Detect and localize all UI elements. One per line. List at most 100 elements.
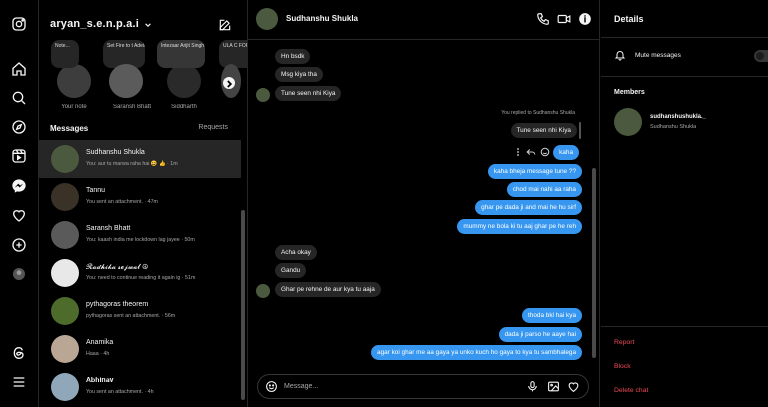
avatar <box>51 259 79 287</box>
avatar <box>51 335 79 363</box>
mute-label: Mute messages <box>635 52 681 59</box>
conversation-name: Sudhanshu Shukla <box>86 149 145 156</box>
info-icon[interactable] <box>578 12 592 26</box>
conversation-preview: You sent an attachment. · 4h <box>86 389 154 395</box>
note-label: Saransh Bhatt <box>112 104 152 110</box>
message-outgoing[interactable]: kaha bheja message tune ?? <box>487 164 582 179</box>
delete-chat-button[interactable]: Delete chat <box>614 387 648 394</box>
note-label: Siddharth <box>171 104 197 110</box>
member-item[interactable]: sudhanshushukla._ Sudhanshu Shukla <box>614 108 764 138</box>
chat-title[interactable]: Sudhanshu Shukla <box>286 14 358 23</box>
toggle-knob <box>756 52 764 60</box>
react-icon[interactable] <box>540 147 550 157</box>
message-incoming[interactable]: Msg kiya tha <box>275 67 323 82</box>
message-composer <box>257 374 589 399</box>
message-outgoing[interactable]: chod mai nahi aa raha <box>506 182 582 197</box>
avatar <box>167 64 201 98</box>
conversation-item[interactable]: Saransh Bhatt You: kaash india me lockdo… <box>39 216 241 254</box>
reply-icon[interactable] <box>526 147 536 157</box>
message-outgoing[interactable]: ghar pe dada ji and mai he hu sirf <box>475 200 582 215</box>
image-icon[interactable] <box>547 380 560 393</box>
conversation-item[interactable]: 𝓡𝓪𝓭𝓱𝓲𝓴𝓪 𝓼𝓮𝓳𝔀𝓪𝓵 ☮︎ You: need to continue … <box>39 254 241 292</box>
note-bubble: Note... <box>51 40 79 68</box>
note-bubble: Intezaar Arijit Singh <box>157 40 205 68</box>
heart-icon[interactable] <box>567 380 580 393</box>
avatar <box>109 64 143 98</box>
conversation-name: 𝓡𝓪𝓭𝓱𝓲𝓴𝓪 𝓼𝓮𝓳𝔀𝓪𝓵 ☮︎ <box>86 264 149 271</box>
microphone-icon[interactable] <box>526 380 539 393</box>
more-icon[interactable] <box>516 147 520 157</box>
nav-rail <box>0 0 39 407</box>
message-outgoing[interactable]: mummy ne bola ki tu aaj ghar pe he reh <box>457 219 582 234</box>
details-title: Details <box>614 14 644 24</box>
avatar <box>57 64 91 98</box>
note-item[interactable]: Note... Your note <box>45 40 97 116</box>
note-item[interactable]: Intezaar Arijit Singh Siddharth <box>155 40 207 116</box>
conversation-item[interactable]: Anamika Haaa · 4h <box>39 330 241 368</box>
create-icon[interactable] <box>10 236 28 254</box>
note-label: Your note <box>61 104 87 110</box>
message-incoming[interactable]: Tune seen nhi Kiya <box>275 86 342 101</box>
emoji-icon[interactable] <box>265 380 278 393</box>
replied-message-quote[interactable]: Tune seen nhi Kiya <box>510 123 577 138</box>
conversation-name: 𝐀𝐛𝐡𝐢𝐧𝐚𝐯 <box>86 377 114 384</box>
threads-icon[interactable] <box>10 344 28 362</box>
conversation-scrollbar[interactable] <box>241 210 245 400</box>
conversation-item[interactable]: pythagoras theorem pythagoras sent an at… <box>39 292 241 330</box>
mute-toggle[interactable] <box>754 50 768 62</box>
message-incoming[interactable]: Acha okay <box>275 245 317 260</box>
message-incoming[interactable]: Hn bsdk <box>275 49 311 64</box>
chevron-right-icon[interactable] <box>223 77 235 89</box>
reply-indicator <box>579 122 581 139</box>
divider <box>601 37 768 38</box>
divider <box>601 326 768 327</box>
messenger-icon[interactable] <box>10 177 28 195</box>
home-icon[interactable] <box>10 60 28 78</box>
conversation-preview: Haaa · 4h <box>86 351 110 357</box>
video-call-icon[interactable] <box>557 12 571 26</box>
profile-avatar-icon[interactable] <box>10 265 28 283</box>
avatar <box>51 145 79 173</box>
heart-icon[interactable] <box>10 206 28 224</box>
message-outgoing[interactable]: dada ji parso he aaye hai <box>498 327 582 342</box>
block-button[interactable]: Block <box>614 363 631 370</box>
phone-icon[interactable] <box>536 12 550 26</box>
conversation-preview: You: kaash india me lockdown lag jayee ·… <box>86 237 195 243</box>
message-incoming[interactable]: Gandu <box>275 263 307 278</box>
avatar <box>256 284 270 298</box>
conversation-preview: pythagoras sent an attachment. · 56m <box>86 313 176 319</box>
chat-scrollbar[interactable] <box>592 168 596 358</box>
menu-icon[interactable] <box>10 373 28 391</box>
tab-messages[interactable]: Messages <box>50 124 88 133</box>
conversation-item[interactable]: 𝐀𝐛𝐡𝐢𝐧𝐚𝐯 You sent an attachment. · 4h <box>39 368 241 406</box>
message-outgoing[interactable]: agar koi ghar me aa gaya ya unko kuch ho… <box>371 345 582 360</box>
tab-requests[interactable]: Requests <box>198 124 228 131</box>
conversation-preview: You sent an attachment. · 47m <box>86 199 158 205</box>
bell-icon <box>614 51 626 61</box>
compose-icon[interactable] <box>218 18 232 32</box>
instagram-icon[interactable] <box>10 15 28 33</box>
note-item[interactable]: Saransh Bhatt <box>103 40 155 116</box>
reels-icon[interactable] <box>10 147 28 165</box>
mute-row: Mute messages <box>614 49 768 63</box>
inbox-header: aryan_s.e.n.p.a.i <box>50 18 240 36</box>
conversation-item[interactable]: Sudhanshu Shukla You: aur tu marwa raha … <box>39 140 241 178</box>
search-icon[interactable] <box>10 89 28 107</box>
conversation-item[interactable]: Tannu You sent an attachment. · 47m <box>39 178 241 216</box>
member-name: Sudhanshu Shukla <box>650 124 697 130</box>
report-button[interactable]: Report <box>614 339 634 346</box>
message-outgoing[interactable]: thoda bkl hai kya <box>522 308 582 323</box>
members-title: Members <box>614 89 645 96</box>
conversation-name: pythagoras theorem <box>86 301 149 308</box>
chevron-down-icon[interactable] <box>144 21 152 29</box>
message-actions <box>516 147 552 157</box>
conversations-panel: aryan_s.e.n.p.a.i Note... Your note Set … <box>39 0 248 407</box>
message-input[interactable] <box>284 379 484 394</box>
avatar[interactable] <box>256 8 278 30</box>
avatar <box>51 183 79 211</box>
explore-icon[interactable] <box>10 118 28 136</box>
message-outgoing[interactable]: kaha <box>553 145 579 160</box>
account-username[interactable]: aryan_s.e.n.p.a.i <box>50 18 139 30</box>
message-incoming[interactable]: Ghar pe rehne de aur kya tu aaja <box>275 282 381 297</box>
chat-header: Sudhanshu Shukla <box>248 0 600 40</box>
